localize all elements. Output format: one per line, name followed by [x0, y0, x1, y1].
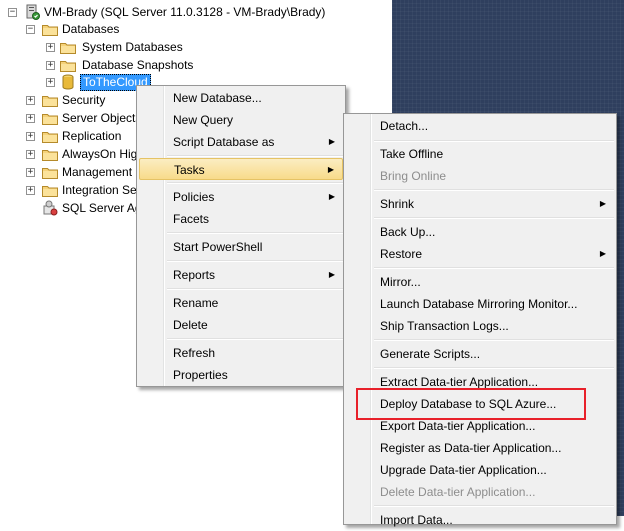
menu-item-mirror[interactable]: Mirror... [346, 271, 614, 293]
expand-toggle[interactable]: + [26, 96, 35, 105]
expand-toggle[interactable]: + [26, 114, 35, 123]
database-context-menu: New Database... New Query Script Databas… [136, 85, 346, 387]
expand-toggle[interactable]: + [46, 78, 55, 87]
menu-item-back-up[interactable]: Back Up... [346, 221, 614, 243]
folder-icon [60, 41, 76, 54]
node-label: Databases [62, 22, 120, 36]
menu-item-ship-transaction-logs[interactable]: Ship Transaction Logs... [346, 315, 614, 337]
menu-item-delete[interactable]: Delete [139, 314, 343, 336]
menu-item-rename[interactable]: Rename [139, 292, 343, 314]
menu-separator [167, 288, 343, 290]
menu-separator [374, 505, 614, 507]
node-label: Database Snapshots [82, 58, 194, 72]
menu-separator [167, 182, 343, 184]
menu-separator [374, 140, 614, 142]
menu-separator [374, 217, 614, 219]
server-label: VM-Brady (SQL Server 11.0.3128 - VM-Brad… [44, 5, 326, 19]
menu-item-delete-data-tier: Delete Data-tier Application... [380, 485, 536, 499]
menu-separator [374, 189, 614, 191]
folder-icon [60, 59, 76, 72]
folder-icon [42, 130, 58, 143]
menu-item-generate-scripts[interactable]: Generate Scripts... [346, 343, 614, 365]
server-icon [24, 4, 40, 20]
node-label: AlwaysOn High [62, 147, 145, 161]
expand-toggle[interactable]: + [46, 61, 55, 70]
submenu-arrow-icon: ▶ [327, 165, 334, 174]
menu-separator [374, 367, 614, 369]
submenu-arrow-icon: ▶ [599, 249, 606, 258]
menu-separator [167, 260, 343, 262]
menu-item-refresh[interactable]: Refresh [139, 342, 343, 364]
agent-icon [42, 200, 58, 216]
node-label: Security [62, 93, 106, 107]
expand-toggle[interactable]: + [26, 150, 35, 159]
menu-item-take-offline[interactable]: Take Offline [346, 143, 614, 165]
tasks-submenu: Detach... Take Offline Bring Online Shri… [343, 113, 617, 527]
expand-toggle[interactable]: + [26, 132, 35, 141]
folder-icon [42, 166, 58, 179]
menu-item-properties[interactable]: Properties [139, 364, 343, 386]
menu-item-import-data[interactable]: Import Data... [346, 509, 614, 531]
node-label: Management [62, 165, 133, 179]
submenu-arrow-icon: ▶ [328, 270, 335, 279]
menu-item-new-database[interactable]: New Database... [139, 87, 343, 109]
collapse-toggle[interactable]: − [26, 25, 35, 34]
menu-item-bring-online: Bring Online [380, 169, 447, 183]
menu-item-launch-mirroring-monitor[interactable]: Launch Database Mirroring Monitor... [346, 293, 614, 315]
folder-icon [42, 148, 58, 161]
menu-item-register-data-tier[interactable]: Register as Data-tier Application... [346, 437, 614, 459]
menu-separator [167, 338, 343, 340]
node-label: SQL Server Ag [62, 201, 142, 215]
node-label: Replication [62, 129, 122, 143]
menu-separator [167, 232, 343, 234]
node-label: Integration Se [62, 183, 137, 197]
menu-item-restore[interactable]: Restore ▶ [346, 243, 614, 265]
submenu-arrow-icon: ▶ [328, 137, 335, 146]
expand-toggle[interactable]: + [26, 168, 35, 177]
folder-icon [42, 94, 58, 107]
database-icon [62, 74, 74, 90]
folder-icon [42, 184, 58, 197]
node-label: System Databases [82, 40, 183, 54]
menu-separator [374, 267, 614, 269]
folder-icon [42, 112, 58, 125]
menu-item-policies[interactable]: Policies ▶ [139, 186, 343, 208]
menu-item-shrink[interactable]: Shrink ▶ [346, 193, 614, 215]
menu-separator [374, 339, 614, 341]
node-label: Server Objects [62, 111, 142, 125]
folder-icon [42, 23, 58, 36]
menu-item-reports[interactable]: Reports ▶ [139, 264, 343, 286]
menu-item-detach[interactable]: Detach... [346, 115, 614, 137]
menu-separator [167, 155, 343, 157]
expand-toggle[interactable]: + [26, 186, 35, 195]
annotation-highlight-box [356, 388, 586, 420]
menu-item-tasks[interactable]: Tasks ▶ [139, 158, 343, 180]
submenu-arrow-icon: ▶ [599, 199, 606, 208]
menu-item-facets[interactable]: Facets [139, 208, 343, 230]
tree-node-server[interactable]: − VM-Brady (SQL Server 11.0.3128 - VM-Br… [4, 3, 384, 21]
expand-toggle[interactable]: + [46, 43, 55, 52]
menu-item-upgrade-data-tier[interactable]: Upgrade Data-tier Application... [346, 459, 614, 481]
submenu-arrow-icon: ▶ [328, 192, 335, 201]
menu-item-start-powershell[interactable]: Start PowerShell [139, 236, 343, 258]
menu-item-new-query[interactable]: New Query [139, 109, 343, 131]
collapse-toggle[interactable]: − [8, 8, 17, 17]
menu-item-script-database-as[interactable]: Script Database as ▶ [139, 131, 343, 153]
